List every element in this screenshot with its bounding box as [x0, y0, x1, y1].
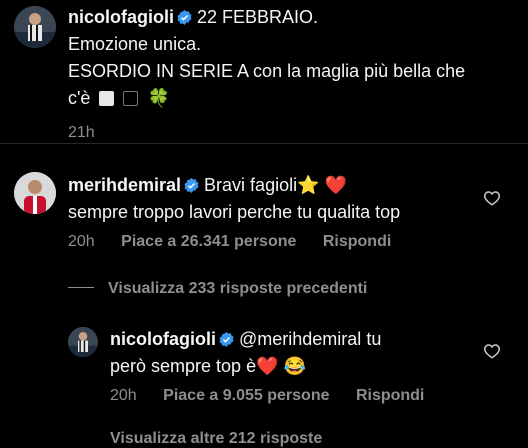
- likes-count[interactable]: Piace a 9.055 persone: [163, 387, 329, 404]
- reply-text-2: però sempre top è: [110, 356, 257, 376]
- white-square-icon: [99, 91, 115, 106]
- view-previous-replies[interactable]: Visualizza 233 risposte precedenti: [68, 280, 367, 298]
- caption-line-2: Emozione unica.: [68, 34, 202, 54]
- reply-line: [68, 287, 94, 288]
- post-username[interactable]: nicolofagioli: [68, 7, 174, 27]
- black-square-icon: [123, 91, 139, 106]
- star-emoji: ⭐: [297, 175, 320, 195]
- avatar[interactable]: [14, 6, 56, 48]
- post-caption: nicolofagioli 22 FEBBRAIO. Emozione unica…: [68, 4, 518, 146]
- caption-line-1: 22 FEBBRAIO.: [197, 7, 319, 27]
- reply-button[interactable]: Rispondi: [323, 233, 391, 250]
- red-heart-emoji: ❤️: [324, 175, 347, 195]
- likes-count[interactable]: Piace a 26.341 persone: [121, 233, 296, 250]
- laughing-emoji: 😂: [283, 356, 306, 376]
- caption-line-4: c'è: [68, 88, 91, 108]
- caption-line-3: ESORDIO IN SERIE A con la maglia più bel…: [68, 61, 466, 81]
- verified-badge-icon: [219, 332, 234, 347]
- reply: nicolofagioli @merihdemiral tu però sempr…: [110, 326, 470, 380]
- reply-button[interactable]: Rispondi: [356, 387, 424, 404]
- verified-badge-icon: [177, 10, 192, 25]
- like-heart-icon[interactable]: [483, 342, 501, 360]
- view-replies-label: Visualizza 233 risposte precedenti: [108, 280, 368, 297]
- verified-badge-icon: [184, 178, 199, 193]
- reply-text-1: tu: [366, 329, 382, 349]
- red-heart-emoji: ❤️: [256, 356, 279, 376]
- reply-meta: 20h Piace a 9.055 persone Rispondi: [110, 387, 446, 405]
- mention-link[interactable]: @merihdemiral: [239, 329, 361, 349]
- view-more-replies[interactable]: Visualizza altre 212 risposte: [110, 430, 322, 448]
- comment-username[interactable]: merihdemiral: [68, 175, 181, 195]
- comment: merihdemiral Bravi fagioli⭐ ❤️ sempre tro…: [68, 172, 478, 226]
- avatar[interactable]: [14, 172, 56, 214]
- divider: [0, 143, 528, 144]
- like-heart-icon[interactable]: [483, 189, 501, 207]
- comment-text-2: sempre troppo lavori perche tu qualita t…: [68, 202, 401, 222]
- comment-text-1: Bravi fagioli: [204, 175, 298, 195]
- post-time: 21h: [68, 124, 95, 141]
- comment-meta: 20h Piace a 26.341 persone Rispondi: [68, 233, 413, 251]
- reply-username[interactable]: nicolofagioli: [110, 329, 216, 349]
- avatar[interactable]: [68, 327, 98, 357]
- comment-time: 20h: [68, 233, 95, 250]
- clover-emoji: 🍀: [147, 88, 170, 108]
- reply-time: 20h: [110, 387, 137, 404]
